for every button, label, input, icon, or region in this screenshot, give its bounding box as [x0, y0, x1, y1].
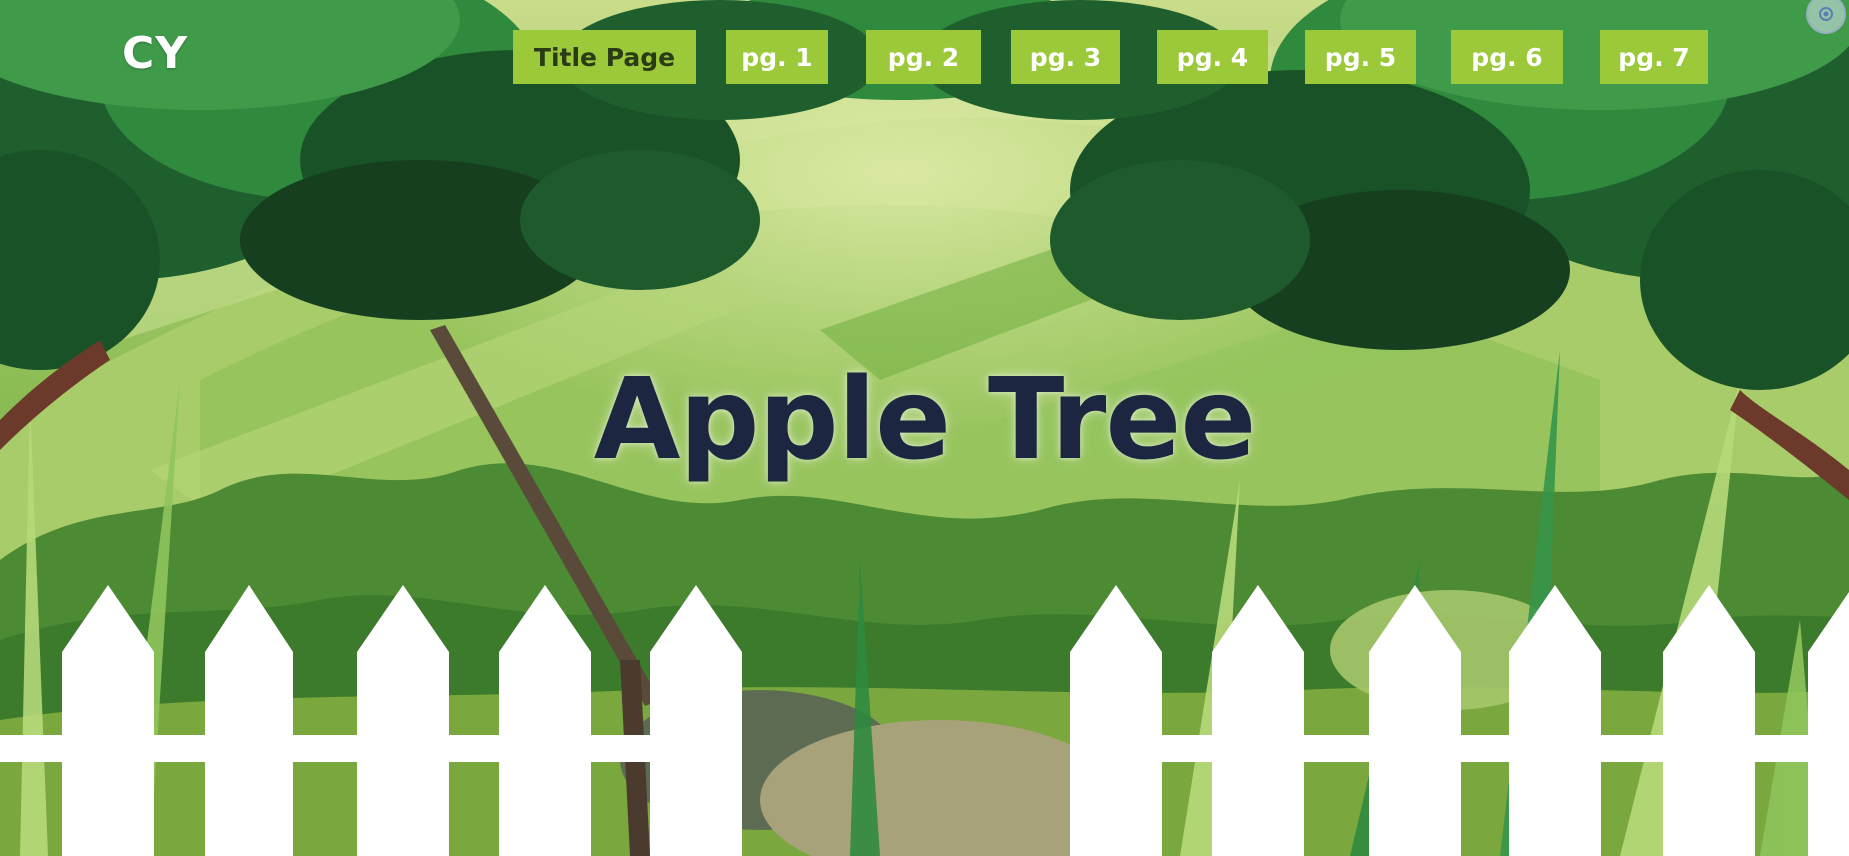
nav-pg-7-button[interactable]: pg. 7: [1600, 30, 1708, 84]
nav-pg-6-button[interactable]: pg. 6: [1451, 30, 1563, 84]
nav-pg-5-button[interactable]: pg. 5: [1305, 30, 1416, 84]
title-page-canvas: CY Title Page pg. 1 pg. 2 pg. 3 pg. 4 pg…: [0, 0, 1849, 856]
gear-glyph: [1819, 7, 1833, 21]
page-title: Apple Tree: [593, 355, 1257, 485]
nav-pg-2-button[interactable]: pg. 2: [866, 30, 981, 84]
nav-pg-4-button[interactable]: pg. 4: [1157, 30, 1268, 84]
nav-pg-3-button[interactable]: pg. 3: [1011, 30, 1120, 84]
nav-title-page-button[interactable]: Title Page: [513, 30, 696, 84]
page-navigation: Title Page pg. 1 pg. 2 pg. 3 pg. 4 pg. 5…: [0, 30, 1849, 86]
nav-pg-1-button[interactable]: pg. 1: [726, 30, 828, 84]
